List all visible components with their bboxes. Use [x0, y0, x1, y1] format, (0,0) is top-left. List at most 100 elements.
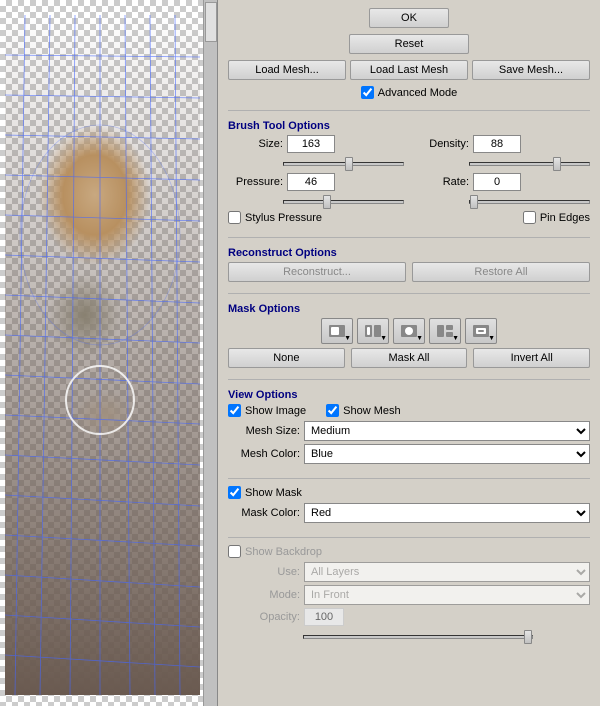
mask-color-select[interactable]: Red Green Blue Gray — [304, 503, 590, 523]
pin-edges-checkbox[interactable] — [523, 211, 536, 224]
none-button[interactable]: None — [228, 348, 345, 368]
stylus-pressure-group: Stylus Pressure — [228, 211, 322, 224]
rate-label: Rate: — [414, 176, 469, 188]
mode-label: Mode: — [228, 589, 300, 601]
pressure-group: Pressure: — [228, 173, 404, 191]
advanced-mode-label: Advanced Mode — [378, 87, 458, 99]
mode-select[interactable]: In Front — [304, 585, 590, 605]
pressure-rate-sliders — [228, 195, 590, 207]
show-mask-group: Show Mask — [228, 486, 590, 499]
show-backdrop-section: Show Backdrop Use: All Layers Mode: In F… — [228, 545, 590, 642]
size-input[interactable] — [287, 135, 335, 153]
reset-row: Reset — [228, 34, 590, 54]
mask-options-section: Mask Options ▼ ▼ — [228, 301, 590, 368]
size-label: Size: — [228, 138, 283, 150]
invert-all-button[interactable]: Invert All — [473, 348, 590, 368]
pressure-label: Pressure: — [228, 176, 283, 188]
opacity-slider-wrapper — [228, 630, 590, 642]
reconstruct-section: Reconstruct Options Reconstruct... Resto… — [228, 245, 590, 282]
reconstruct-button[interactable]: Reconstruct... — [228, 262, 406, 282]
size-group: Size: — [228, 135, 404, 153]
show-image-mesh-row: Show Image Show Mesh — [228, 404, 590, 417]
opacity-slider[interactable] — [303, 635, 533, 639]
show-mask-checkbox[interactable] — [228, 486, 241, 499]
mesh-color-select[interactable]: Red Green Blue Gray Black White — [304, 444, 590, 464]
mesh-size-label: Mesh Size: — [228, 425, 300, 437]
mask-icons-row: ▼ ▼ ▼ — [228, 318, 590, 344]
mask-mode-5-button[interactable]: ▼ — [465, 318, 497, 344]
mask-mode-4-button[interactable]: ▼ — [429, 318, 461, 344]
show-mesh-group: Show Mesh — [326, 404, 400, 417]
mode-row: Mode: In Front — [228, 585, 590, 605]
face-image — [5, 15, 200, 695]
ok-button[interactable]: OK — [369, 8, 449, 28]
size-density-row: Size: Density: — [228, 135, 590, 153]
mask-all-button[interactable]: Mask All — [351, 348, 468, 368]
load-mesh-button[interactable]: Load Mesh... — [228, 60, 346, 80]
advanced-mode-checkbox[interactable] — [361, 86, 374, 99]
show-image-label: Show Image — [245, 405, 306, 417]
opacity-input[interactable] — [304, 608, 344, 626]
pressure-input[interactable] — [287, 173, 335, 191]
restore-all-button[interactable]: Restore All — [412, 262, 590, 282]
size-slider-wrapper — [228, 157, 404, 169]
mesh-buttons-row: Load Mesh... Load Last Mesh Save Mesh... — [228, 60, 590, 80]
mask-action-buttons: None Mask All Invert All — [228, 348, 590, 368]
mesh-color-label: Mesh Color: — [228, 448, 300, 460]
advanced-mode-row: Advanced Mode — [228, 86, 590, 99]
canvas-panel — [0, 0, 218, 706]
density-slider[interactable] — [469, 162, 590, 166]
size-slider[interactable] — [283, 162, 404, 166]
stylus-pin-row: Stylus Pressure Pin Edges — [228, 211, 590, 224]
load-last-mesh-button[interactable]: Load Last Mesh — [350, 60, 468, 80]
top-actions: OK — [228, 8, 590, 28]
canvas-scrollbar[interactable] — [203, 0, 217, 706]
mask-mode-3-button[interactable]: ▼ — [393, 318, 425, 344]
show-mesh-checkbox[interactable] — [326, 404, 339, 417]
use-row: Use: All Layers — [228, 562, 590, 582]
mesh-size-row: Mesh Size: Small Medium Large — [228, 421, 590, 441]
save-mesh-button[interactable]: Save Mesh... — [472, 60, 590, 80]
reconstruct-header: Reconstruct Options — [228, 247, 590, 259]
mask-mode-1-button[interactable]: ▼ — [321, 318, 353, 344]
mask-options-header: Mask Options — [228, 303, 590, 315]
brush-tool-options: Brush Tool Options Size: Density: — [228, 118, 590, 228]
mask-color-label: Mask Color: — [228, 507, 300, 519]
scrollbar-thumb[interactable] — [205, 2, 217, 42]
pressure-rate-row: Pressure: Rate: — [228, 173, 590, 191]
pressure-slider[interactable] — [283, 200, 404, 204]
density-group: Density: — [414, 135, 590, 153]
rate-slider[interactable] — [469, 200, 590, 204]
rate-group: Rate: — [414, 173, 590, 191]
rate-slider-wrapper — [414, 195, 590, 207]
mesh-size-select[interactable]: Small Medium Large — [304, 421, 590, 441]
mask-color-row: Mask Color: Red Green Blue Gray — [228, 503, 590, 523]
mask-mode-2-button[interactable]: ▼ — [357, 318, 389, 344]
mesh-color-row: Mesh Color: Red Green Blue Gray Black Wh… — [228, 444, 590, 464]
show-mesh-label: Show Mesh — [343, 405, 400, 417]
density-input[interactable] — [473, 135, 521, 153]
stylus-pressure-label: Stylus Pressure — [245, 212, 322, 224]
show-image-checkbox[interactable] — [228, 404, 241, 417]
use-label: Use: — [228, 566, 300, 578]
reset-button[interactable]: Reset — [349, 34, 469, 54]
pin-edges-group: Pin Edges — [523, 211, 590, 224]
brush-section-header: Brush Tool Options — [228, 120, 590, 132]
stylus-pressure-checkbox[interactable] — [228, 211, 241, 224]
rate-input[interactable] — [473, 173, 521, 191]
show-backdrop-checkbox[interactable] — [228, 545, 241, 558]
size-density-sliders — [228, 157, 590, 169]
show-image-group: Show Image — [228, 404, 306, 417]
reconstruct-buttons: Reconstruct... Restore All — [228, 262, 590, 282]
opacity-row: Opacity: — [228, 608, 590, 626]
pressure-slider-wrapper — [228, 195, 404, 207]
density-slider-wrapper — [414, 157, 590, 169]
view-options-header: View Options — [228, 389, 590, 401]
show-mask-section: Show Mask Mask Color: Red Green Blue Gra… — [228, 486, 590, 526]
right-panel: OK Reset Load Mesh... Load Last Mesh Sav… — [218, 0, 600, 706]
use-select[interactable]: All Layers — [304, 562, 590, 582]
pin-edges-label: Pin Edges — [540, 212, 590, 224]
opacity-label: Opacity: — [228, 611, 300, 623]
show-mask-label: Show Mask — [245, 487, 302, 499]
show-backdrop-group: Show Backdrop — [228, 545, 590, 558]
